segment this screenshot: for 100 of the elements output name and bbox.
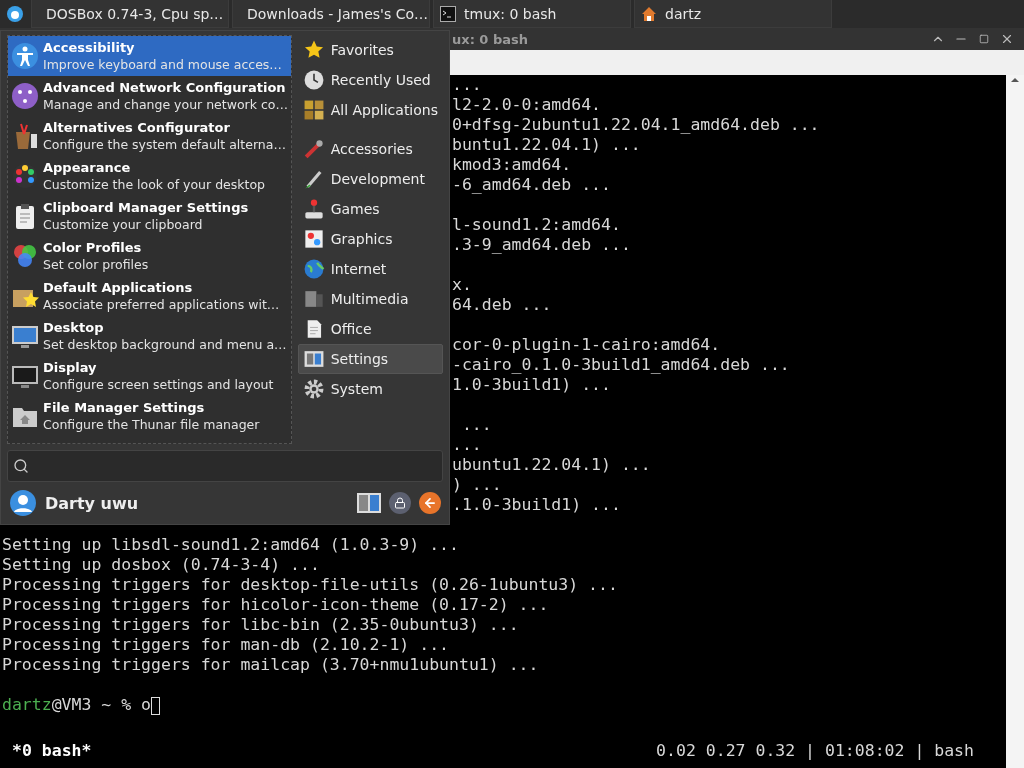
terminal-line: Processing triggers for hicolor-icon-theme (0.17-2) ... <box>2 595 549 614</box>
tools-icon <box>302 138 325 160</box>
item-name: Appearance <box>43 159 132 176</box>
item-name: Default Applications <box>43 279 194 296</box>
search-icon <box>13 458 29 475</box>
terminal-line: l-sound1.2:amd64. <box>452 215 621 234</box>
window-panels-icon <box>302 348 325 370</box>
item-name: File Manager Settings <box>43 399 206 416</box>
item-description: Improve keyboard and mouse acces… <box>43 56 282 73</box>
item-description: Configure the system default alterna… <box>43 136 286 153</box>
category-item[interactable]: System <box>297 374 443 404</box>
terminal-line: -6_amd64.deb ... <box>452 175 611 194</box>
search-field[interactable] <box>7 450 443 483</box>
taskbar-button[interactable]: DOSBox 0.74-3, Cpu sp… <box>31 0 229 28</box>
item-description: Set desktop background and menu a… <box>43 336 287 353</box>
taskbar-button[interactable]: tmux: 0 bash <box>433 0 631 28</box>
item-name: Accessibility <box>43 39 136 56</box>
user-name: Darty uwu <box>45 493 140 513</box>
terminal-line: 0+dfsg-2ubuntu1.22.04.1_amd64.deb ... <box>452 115 820 134</box>
terminal-line: Setting up libsdl-sound1.2:amd64 (1.0.3-9) ... <box>2 535 459 554</box>
tmux-status: 0.02 0.27 0.32 | 01:08:02 | bash <box>656 741 974 761</box>
terminal-line: ubuntu1.22.04.1) ... <box>452 455 651 474</box>
item-description: Associate preferred applications wit… <box>43 296 280 313</box>
category-item[interactable]: Recently Used <box>297 65 443 95</box>
person-icon <box>11 42 39 70</box>
lock-icon <box>394 497 406 510</box>
item-description: Set color profiles <box>43 256 149 273</box>
terminal-line: cor-0-plugin-1-cairo:amd64. <box>452 335 721 354</box>
settings-item[interactable]: Desktop Set desktop background and menu a… <box>8 316 291 356</box>
color-circles-icon <box>11 242 39 270</box>
terminal-line: kmod3:amd64. <box>452 155 572 174</box>
scrollbar[interactable] <box>1006 75 1024 768</box>
category-item[interactable]: Games <box>297 194 443 224</box>
item-description: Customize your clipboard <box>43 216 204 233</box>
terminal-line: ) ... <box>452 475 502 494</box>
home-icon <box>641 5 657 22</box>
item-description: Manage and change your network co… <box>43 96 288 113</box>
terminal-line: l2-2.0-0:amd64. <box>452 95 601 114</box>
terminal-line: 1.0-3build1) ... <box>452 375 611 394</box>
settings-item[interactable]: File Manager Settings Configure the Thunar file manager <box>8 396 291 436</box>
dotted-circle-icon <box>11 82 39 110</box>
item-name: Color Profiles <box>43 239 143 256</box>
globe-icon <box>302 258 325 280</box>
category-item[interactable]: Settings <box>297 344 443 374</box>
category-item[interactable]: All Applications <box>297 95 443 125</box>
terminal-line: Processing triggers for libc-bin (2.35-0ubuntu3) ... <box>2 615 519 634</box>
settings-manager-button[interactable] <box>357 493 381 514</box>
star-icon <box>302 39 325 61</box>
maximize-icon <box>978 34 989 44</box>
gear-icon <box>302 378 325 400</box>
category-item[interactable]: Favorites <box>297 35 443 65</box>
tmux-window-label: *0 bash* <box>12 741 92 761</box>
joystick-icon <box>302 198 325 220</box>
window-title: ux: 0 bash <box>452 31 529 47</box>
item-name: Alternatives Configurator <box>43 119 231 136</box>
category-item[interactable]: Multimedia <box>297 284 443 314</box>
terminal-line: .3-9_amd64.deb ... <box>452 235 631 254</box>
terminal-line: Processing triggers for desktop-file-utils (0.26-1ubuntu3) ... <box>2 575 618 594</box>
taskbar-button[interactable]: Downloads - James's Co… <box>232 0 430 28</box>
terminal-line: 64.deb ... <box>452 295 552 314</box>
item-name: Desktop <box>43 319 105 336</box>
terminal-line: Setting up dosbox (0.74-3-4) ... <box>2 555 320 574</box>
taskbar-button[interactable]: dartz <box>634 0 832 28</box>
terminal-icon <box>440 5 456 22</box>
settings-item[interactable]: Accessibility Improve keyboard and mouse acces… <box>8 36 291 76</box>
settings-item[interactable]: Default Applications Associate preferred applications wit… <box>8 276 291 316</box>
prompt-user: dartz <box>2 695 52 714</box>
category-item[interactable]: Accessories <box>297 134 443 164</box>
terminal-line: ... <box>452 435 482 454</box>
item-name: Clipboard Manager Settings <box>43 199 249 216</box>
item-description: Configure screen settings and layout <box>43 376 274 393</box>
category-item[interactable]: Office <box>297 314 443 344</box>
settings-item[interactable]: Appearance Customize the look of your desktop <box>8 156 291 196</box>
item-name: Advanced Network Configuration <box>43 79 287 96</box>
settings-item[interactable]: Clipboard Manager Settings Customize your clipboard <box>8 196 291 236</box>
terminal-line: x. <box>452 275 472 294</box>
terminal-line: ... <box>452 75 482 94</box>
terminal-line: Processing triggers for man-db (2.10.2-1) ... <box>2 635 450 654</box>
terminal-line: buntu1.22.04.1) ... <box>452 135 641 154</box>
terminal-line: Processing triggers for mailcap (3.70+nmu1ubuntu1) ... <box>2 655 539 674</box>
settings-item[interactable]: Alternatives Configurator Configure the system default alterna… <box>8 116 291 156</box>
text-cursor <box>151 696 160 715</box>
settings-item[interactable]: Display Configure screen settings and layout <box>8 356 291 396</box>
lock-button[interactable] <box>389 492 411 515</box>
logout-button[interactable] <box>419 492 441 515</box>
item-name: Display <box>43 359 98 376</box>
terminal-line: .1.0-3build1) ... <box>452 495 621 514</box>
avatar-icon <box>9 489 37 518</box>
terminal-line: -cairo_0.1.0-3build1_amd64.deb ... <box>452 355 790 374</box>
clock-icon <box>302 69 325 91</box>
terminal-line: ... <box>460 415 492 434</box>
category-item[interactable]: Development <box>297 164 443 194</box>
paint-icon <box>302 228 325 250</box>
category-item[interactable]: Graphics <box>297 224 443 254</box>
grid-icon <box>302 99 325 121</box>
settings-item[interactable]: Color Profiles Set color profiles <box>8 236 291 276</box>
item-description: Customize the look of your desktop <box>43 176 265 193</box>
settings-item[interactable]: Advanced Network Configuration Manage and change your network co… <box>8 76 291 116</box>
category-item[interactable]: Internet <box>297 254 443 284</box>
prompt-text: @VM3 ~ % o <box>51 695 151 714</box>
